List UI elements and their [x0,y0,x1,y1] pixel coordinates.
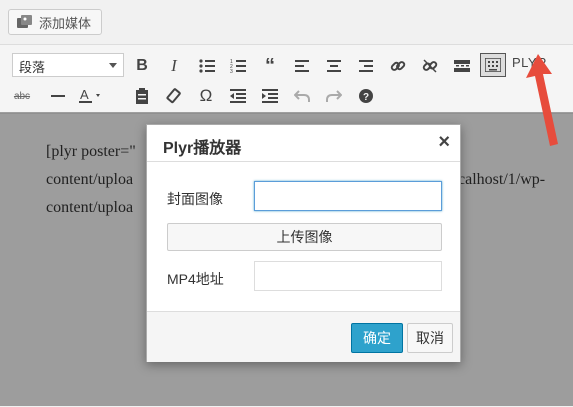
numbered-list-icon[interactable]: 123 [224,53,252,79]
paste-text-icon[interactable] [128,83,156,109]
poster-input[interactable] [254,181,442,211]
mp4-label: MP4地址 [167,271,224,287]
close-icon[interactable]: × [438,132,450,152]
link-icon[interactable] [384,53,412,79]
dialog-footer: 确定 取消 [147,311,460,362]
dialog-header: Plyr播放器 × [147,125,460,162]
editor-toolbar: 段落 B I 123 “ PLYR abc A Ω ? [0,45,573,114]
help-icon[interactable]: ? [352,83,380,109]
horizontal-line-icon[interactable] [44,83,72,109]
top-bar: 添加媒体 [0,0,573,44]
mp4-url-input[interactable] [254,261,442,291]
read-more-icon[interactable] [448,53,476,79]
align-left-icon[interactable] [288,53,316,79]
add-media-button[interactable]: 添加媒体 [8,9,103,35]
outdent-icon[interactable] [224,83,252,109]
upload-image-button[interactable]: 上传图像 [167,223,442,251]
format-select-value: 段落 [19,60,46,75]
annotation-arrow-icon [526,54,558,146]
poster-label: 封面图像 [167,191,223,207]
clear-formatting-icon[interactable] [160,83,188,109]
align-center-icon[interactable] [320,53,348,79]
format-select[interactable]: 段落 [12,53,124,77]
bullet-list-icon[interactable] [193,53,221,79]
svg-text:?: ? [363,92,369,103]
ok-button[interactable]: 确定 [351,323,403,353]
special-character-icon[interactable]: Ω [192,83,220,109]
chevron-down-icon [109,63,117,68]
blockquote-icon[interactable]: “ [256,53,284,79]
italic-icon[interactable]: I [160,53,188,79]
undo-icon[interactable] [288,83,316,109]
redo-icon[interactable] [320,83,348,109]
svg-text:A: A [80,88,89,102]
text-color-icon[interactable]: A [76,83,104,109]
toolbar-toggle-icon [484,57,502,77]
align-right-icon[interactable] [352,53,380,79]
cancel-button[interactable]: 取消 [407,323,453,353]
indent-icon[interactable] [256,83,284,109]
plyr-dialog: Plyr播放器 × 封面图像 上传图像 MP4地址 确定 取消 [146,124,461,362]
media-icon [17,15,33,29]
dialog-title: Plyr播放器 [163,140,242,157]
strikethrough-icon[interactable]: abc [8,83,36,109]
unlink-icon[interactable] [416,53,444,79]
svg-text:3: 3 [230,69,233,73]
toolbar-toggle-button[interactable] [480,53,506,77]
add-media-label: 添加媒体 [39,15,92,31]
bold-icon[interactable]: B [128,53,156,79]
